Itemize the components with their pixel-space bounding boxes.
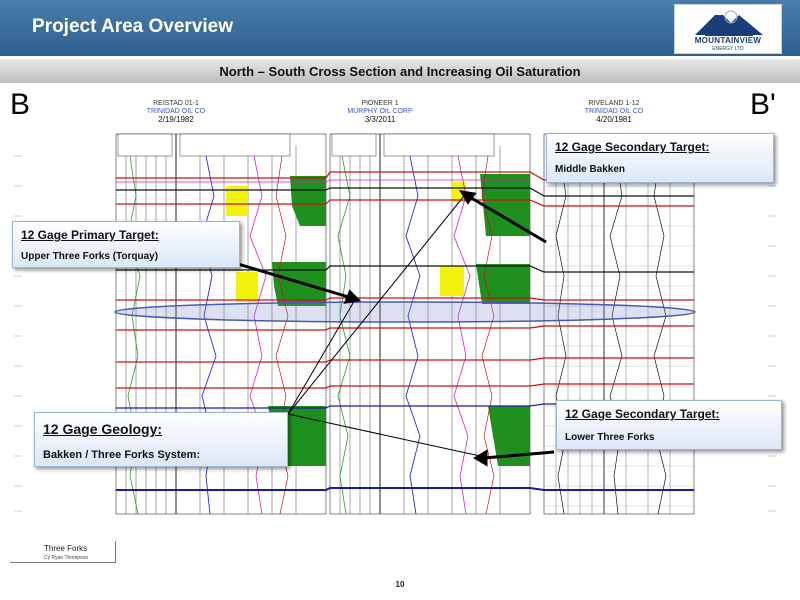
header-bar: Project Area Overview MOUNTAINVIEW ENERG…: [0, 0, 800, 56]
callout-title: 12 Gage Geology:: [43, 421, 163, 437]
callout-geology: 12 Gage Geology: Bakken / Three Forks Sy…: [34, 412, 288, 467]
highlight-ellipse: [114, 301, 696, 323]
mountain-logo-icon: [695, 10, 763, 36]
page-number: 10: [395, 580, 405, 589]
logo-tagline: ENERGY LTD: [712, 46, 744, 52]
well-log-riveland: [543, 133, 695, 515]
well-date: 3/3/2011: [364, 115, 396, 124]
logo-wordmark: MOUNTAINVIEW: [694, 36, 762, 45]
page-title: Project Area Overview: [32, 16, 234, 37]
well-name: RIVELAND 1-12: [588, 100, 640, 107]
well-header-1: REISTAD 01-1 TRINIDAD OIL CO 2/19/1982: [136, 100, 216, 124]
callout-title: 12 Gage Secondary Target:: [565, 407, 720, 421]
callout-body: Lower Three Forks: [565, 432, 655, 443]
callout-title: 12 Gage Primary Target:: [21, 228, 159, 242]
well-header-2: PIONEER 1 MURPHY OIL CORP 3/3/2011: [340, 100, 420, 124]
callout-body: Upper Three Forks (Torquay): [21, 251, 159, 262]
slide-subtitle: North – South Cross Section and Increasi…: [219, 64, 581, 79]
well-date: 2/19/1982: [158, 115, 194, 124]
legend-box: Three Forks Cy Ryan Thompson: [10, 541, 116, 563]
callout-primary-target: 12 Gage Primary Target: Upper Three Fork…: [12, 221, 240, 268]
callout-title: 12 Gage Secondary Target:: [555, 140, 710, 154]
callout-secondary-lower-three-forks: 12 Gage Secondary Target: Lower Three Fo…: [556, 400, 782, 450]
subtitle-bar: North – South Cross Section and Increasi…: [0, 59, 800, 83]
well-header-3: RIVELAND 1-12 TRINIDAD OIL CO 4/20/1981: [574, 100, 654, 124]
callout-secondary-middle-bakken: 12 Gage Secondary Target: Middle Bakken: [546, 133, 774, 183]
well-name: REISTAD 01-1: [153, 100, 199, 107]
callout-body: Middle Bakken: [555, 164, 626, 175]
well-name: PIONEER 1: [361, 100, 399, 107]
legend-subtitle: Cy Ryan Thompson: [44, 555, 89, 561]
well-date: 4/20/1981: [596, 115, 632, 124]
company-logo: MOUNTAINVIEW ENERGY LTD: [674, 4, 782, 54]
callout-body: Bakken / Three Forks System:: [43, 449, 201, 461]
legend-title: Three Forks: [44, 544, 88, 553]
